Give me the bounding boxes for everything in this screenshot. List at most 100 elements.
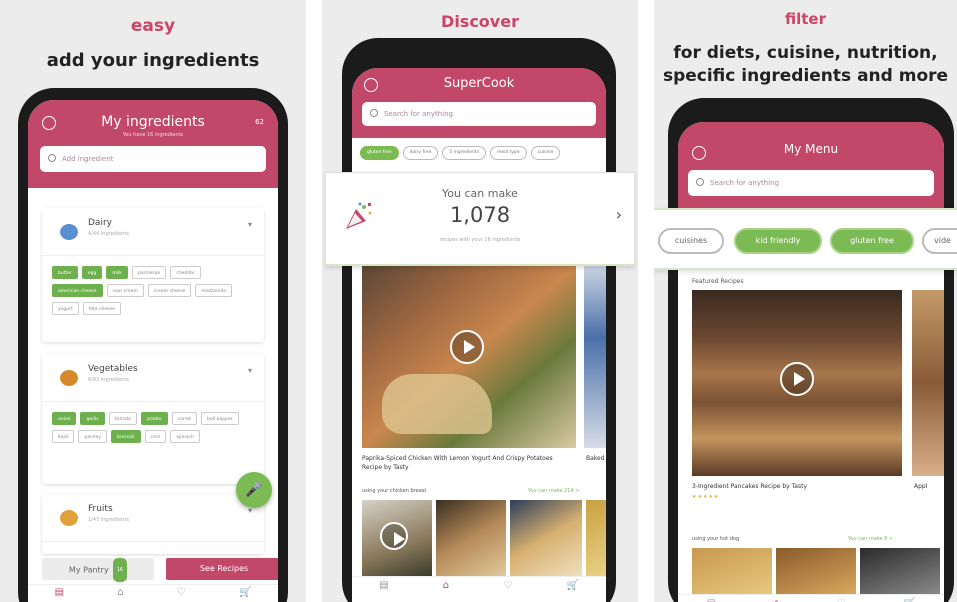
ingredient-chip[interactable]: tomato <box>108 412 138 425</box>
search-placeholder: Search for anything <box>710 179 779 187</box>
favorites-tab-icon[interactable]: ♡ <box>837 597 846 602</box>
ingredient-group-header[interactable]: Vegetables 6/93 Ingredients ▾ <box>42 354 264 402</box>
ingredient-chip[interactable]: broccoli <box>110 430 141 443</box>
next-recipe-thumbnail[interactable] <box>912 290 944 476</box>
cart-tab-icon[interactable]: 🛒 <box>903 597 915 602</box>
play-icon[interactable] <box>450 330 484 364</box>
pantry-tab-icon[interactable]: ▤ <box>379 579 388 593</box>
section-recipe-thumbnail[interactable] <box>692 548 772 594</box>
ingredient-chip[interactable]: butter <box>52 266 78 279</box>
chevron-down-icon[interactable]: ▾ <box>248 366 252 375</box>
ingredient-chip[interactable]: egg <box>81 266 103 279</box>
see-recipes-button[interactable]: See Recipes <box>166 558 278 580</box>
filter-pill-vide[interactable]: vide <box>922 228 957 254</box>
section-recipe-thumbnail[interactable] <box>362 500 432 576</box>
ingredient-chip[interactable]: basil <box>52 430 75 443</box>
ingredient-group-header[interactable]: Dairy 4/44 Ingredients ▾ <box>42 208 264 256</box>
ingredient-group: Vegetables 6/93 Ingredients ▾ onion garlic to… <box>42 354 264 484</box>
pantry-tab-icon[interactable]: ▤ <box>55 586 64 600</box>
filter-tag[interactable]: 5 ingredients <box>442 146 486 160</box>
screenshot-panel-filter: filter for diets, cuisine, nutrition, sp… <box>654 0 957 602</box>
recipe-video-thumbnail[interactable] <box>692 290 902 476</box>
ingredient-chip[interactable]: feta cheese <box>82 302 122 315</box>
section-label: using your hot dog <box>692 536 740 542</box>
ingredient-chip[interactable]: yogurt <box>52 302 79 315</box>
filter-pill-gluten-free[interactable]: gluten free <box>830 228 914 254</box>
ingredient-chip[interactable]: corn <box>144 430 167 443</box>
you-can-make-label: You can make <box>442 187 518 200</box>
filter-tag[interactable]: gluten free <box>360 146 399 160</box>
ingredient-chip[interactable]: spinach <box>170 430 200 443</box>
pantry-count-badge: 16 <box>112 558 128 582</box>
filter-tag[interactable]: dairy free <box>402 146 439 160</box>
next-recipe-title[interactable]: Appl <box>914 482 927 491</box>
recipe-video-thumbnail[interactable] <box>362 264 576 448</box>
recipe-count: 1,078 <box>449 203 511 227</box>
play-icon[interactable] <box>780 362 814 396</box>
ingredient-chip[interactable]: bell pepper <box>201 412 239 425</box>
search-icon <box>370 109 378 117</box>
favorites-tab-icon[interactable]: ♡ <box>177 586 186 600</box>
section-see-all-link[interactable]: You can make 8 > <box>848 536 893 542</box>
search-input[interactable]: Add ingredient <box>40 146 266 172</box>
filter-tag[interactable]: meal type <box>489 146 527 160</box>
ingredient-chip[interactable]: onion <box>52 412 77 425</box>
rating-stars: ★★★★★ <box>692 494 720 500</box>
ingredient-chip[interactable]: potato <box>141 412 168 425</box>
home-tab-icon[interactable]: ⌂ <box>773 597 779 602</box>
group-name: Dairy <box>88 218 112 228</box>
voice-input-button[interactable]: 🎤 <box>236 472 272 508</box>
pantry-tab-icon[interactable]: ▤ <box>707 597 716 602</box>
ingredient-chip[interactable]: sour cream <box>106 284 144 297</box>
ingredient-chip[interactable]: cream cheese <box>147 284 192 297</box>
recipe-title[interactable]: Paprika-Spiced Chicken With Lemon Yogurt… <box>362 454 572 472</box>
panel-accent-word: easy <box>130 16 176 36</box>
recipe-count-subtitle: recipes with your 16 ingredients <box>439 237 521 243</box>
section-recipe-thumbnail[interactable] <box>586 500 606 576</box>
cart-tab-icon[interactable]: 🛒 <box>566 579 578 593</box>
ingredient-chip[interactable]: garlic <box>80 412 105 425</box>
phone-screen: SuperCook Search for anything gluten fre… <box>352 68 606 602</box>
phone-frame: My ingredients You have 16 ingredients 6… <box>18 88 288 602</box>
ingredient-chip-list: butter egg milk parmesan cheddar american che… <box>52 266 254 315</box>
panel-accent-word: Discover <box>441 12 519 31</box>
search-input[interactable]: Search for anything <box>362 102 596 126</box>
cart-tab-icon[interactable]: 🛒 <box>239 586 251 600</box>
chevron-down-icon[interactable]: ▾ <box>248 220 252 229</box>
section-see-all-link[interactable]: You can make 214 > <box>528 488 579 494</box>
you-can-make-card[interactable]: You can make 1,078 recipes with your 16 … <box>326 172 634 266</box>
ingredient-chip[interactable]: parsley <box>78 430 107 443</box>
search-icon <box>48 154 56 162</box>
filter-pill-cuisines[interactable]: cuisines <box>658 228 724 254</box>
ingredient-chip[interactable]: milk <box>106 266 128 279</box>
home-tab-icon[interactable]: ⌂ <box>117 586 123 600</box>
filter-pill-kid-friendly[interactable]: kid friendly <box>734 228 822 254</box>
app-header: My ingredients You have 16 ingredients 6… <box>28 100 278 188</box>
section-recipe-thumbnail[interactable] <box>436 500 506 576</box>
screenshot-panel-discover: Discover SuperCook Search for anything g… <box>322 0 638 602</box>
my-pantry-button[interactable]: My Pantry 16 <box>42 558 154 582</box>
next-recipe-thumbnail[interactable] <box>584 264 606 448</box>
filter-tag-row: gluten free dairy free 5 ingredients meal t… <box>360 146 561 160</box>
section-recipe-thumbnail[interactable] <box>510 500 582 576</box>
next-recipe-title[interactable]: Baked <box>586 454 605 463</box>
ingredient-chip[interactable]: mozzarella <box>195 284 232 297</box>
search-input[interactable]: Search for anything <box>688 170 934 196</box>
filter-tag[interactable]: cuisine <box>530 146 561 160</box>
ingredient-group-header[interactable]: Fruits 1/43 Ingredients ▾ <box>42 494 264 542</box>
phone-screen: My ingredients You have 16 ingredients 6… <box>28 100 278 602</box>
play-icon[interactable] <box>380 522 408 550</box>
ingredient-chip[interactable]: american cheese <box>52 284 103 297</box>
phone-frame: SuperCook Search for anything gluten fre… <box>342 38 616 602</box>
ingredient-chip[interactable]: parmesan <box>131 266 167 279</box>
section-recipe-thumbnail[interactable] <box>860 548 940 594</box>
group-name: Vegetables <box>88 364 138 374</box>
section-recipe-thumbnail[interactable] <box>776 548 856 594</box>
recipe-title[interactable]: 3-Ingredient Pancakes Recipe by Tasty <box>692 482 807 491</box>
ingredient-group: Dairy 4/44 Ingredients ▾ butter egg milk parme… <box>42 208 264 342</box>
home-tab-icon[interactable]: ⌂ <box>443 579 449 593</box>
favorites-tab-icon[interactable]: ♡ <box>503 579 512 593</box>
chevron-right-icon[interactable]: › <box>616 205 622 224</box>
ingredient-chip[interactable]: carrot <box>171 412 198 425</box>
ingredient-chip[interactable]: cheddar <box>170 266 201 279</box>
